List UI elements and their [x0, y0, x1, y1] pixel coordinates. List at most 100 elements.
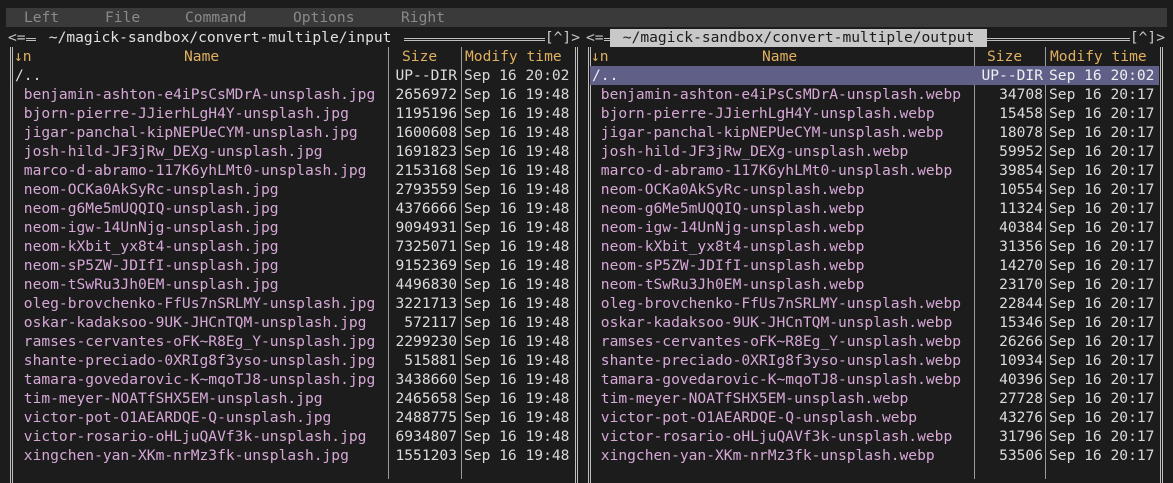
file-row[interactable]: /.. UP--DIR Sep 16 20:02	[590, 66, 1159, 85]
file-modify-time: Sep 16 20:17	[1049, 181, 1155, 198]
file-size: 572117	[404, 314, 457, 331]
file-size: 4496830	[395, 276, 457, 293]
file-row[interactable]: neom-kXbit_yx8t4-unsplash.jpg 7325071 Sep …	[13, 237, 575, 256]
column-header-size[interactable]: Size	[987, 47, 1022, 66]
file-modify-time: Sep 16 20:17	[1049, 238, 1155, 255]
file-row[interactable]: neom-igw-14UnNjg-unsplash.jpg 9094931 Sep …	[13, 218, 575, 237]
left-panel-menu-corner[interactable]: <=	[8, 29, 26, 47]
file-size: 15346	[999, 314, 1043, 331]
file-modify-time: Sep 16 20:17	[1049, 219, 1155, 236]
file-row[interactable]: oskar-kadaksoo-9UK-JHCnTQM-unsplash.webp…	[590, 313, 1159, 332]
file-size: 515881	[404, 352, 457, 369]
file-row[interactable]: tim-meyer-NOATfSHX5EM-unsplash.jpg 246565…	[13, 389, 575, 408]
file-row[interactable]: oskar-kadaksoo-9UK-JHCnTQM-unsplash.jpg 5…	[13, 313, 575, 332]
file-name: oleg-brovchenko-FfUs7nSRLMY-unsplash.jpg	[15, 295, 376, 312]
file-name: neom-igw-14UnNjg-unsplash.webp	[592, 219, 865, 236]
right-panel-history-corner[interactable]: [^]>	[1129, 29, 1165, 47]
menu-bar: Left File Command Options Right	[6, 8, 1167, 27]
file-size: 2488775	[395, 409, 457, 426]
column-header-modify-time[interactable]: Modify time	[465, 47, 562, 66]
file-name: neom-OCKa0AkSyRc-unsplash.jpg	[15, 181, 279, 198]
right-panel-menu-corner[interactable]: <=	[586, 29, 604, 47]
file-row[interactable]: marco-d-abramo-117K6yhLMt0-unsplash.jpg 2…	[13, 161, 575, 180]
file-row[interactable]: /.. UP--DIR Sep 16 20:02	[13, 66, 575, 85]
file-size: 40384	[999, 219, 1043, 236]
file-modify-time: Sep 16 20:17	[1049, 371, 1155, 388]
file-modify-time: Sep 16 19:48	[464, 276, 570, 293]
file-row[interactable]: xingchen-yan-XKm-nrMz3fk-unsplash.webp 53…	[590, 446, 1159, 465]
file-size: 40396	[999, 371, 1043, 388]
file-row[interactable]: neom-sP5ZW-JDIfI-unsplash.webp 14270 Sep 1…	[590, 256, 1159, 275]
menu-left[interactable]: Left	[24, 8, 59, 27]
file-row[interactable]: tamara-govedarovic-K~mqoTJ8-unsplash.web…	[590, 370, 1159, 389]
file-name: ramses-cervantes-oFK~R8Eg_Y-unsplash.jpg	[15, 333, 376, 350]
file-size: 22844	[999, 295, 1043, 312]
column-header-name[interactable]: Name	[762, 47, 797, 66]
file-row[interactable]: victor-pot-O1AEARDQE-Q-unsplash.jpg 24887…	[13, 408, 575, 427]
file-size: 43276	[999, 409, 1043, 426]
file-row[interactable]: jigar-panchal-kipNEPUeCYM-unsplash.jpg 16…	[13, 123, 575, 142]
menu-right[interactable]: Right	[401, 8, 445, 27]
file-row[interactable]: neom-OCKa0AkSyRc-unsplash.webp 10554 Sep 1…	[590, 180, 1159, 199]
menu-command[interactable]: Command	[185, 8, 247, 27]
file-modify-time: Sep 16 19:48	[464, 143, 570, 160]
file-modify-time: Sep 16 20:17	[1049, 276, 1155, 293]
file-modify-time: Sep 16 20:17	[1049, 333, 1155, 350]
file-modify-time: Sep 16 19:48	[464, 428, 570, 445]
file-name: neom-kXbit_yx8t4-unsplash.jpg	[15, 238, 279, 255]
file-modify-time: Sep 16 19:48	[464, 314, 570, 331]
file-row[interactable]: tim-meyer-NOATfSHX5EM-unsplash.webp 27728…	[590, 389, 1159, 408]
file-row[interactable]: neom-tSwRu3Jh0EM-unsplash.webp 23170 Sep 1…	[590, 275, 1159, 294]
column-header-modify-time[interactable]: Modify time	[1050, 47, 1147, 66]
file-row[interactable]: bjorn-pierre-JJierhLgH4Y-unsplash.jpg 119…	[13, 104, 575, 123]
file-row[interactable]: ramses-cervantes-oFK~R8Eg_Y-unsplash.jpg…	[13, 332, 575, 351]
file-name: josh-hild-JF3jRw_DEXg-unsplash.webp	[592, 143, 909, 160]
menu-options[interactable]: Options	[293, 8, 355, 27]
file-row[interactable]: victor-pot-O1AEARDQE-Q-unsplash.webp 4327…	[590, 408, 1159, 427]
file-row[interactable]: xingchen-yan-XKm-nrMz3fk-unsplash.jpg 155…	[13, 446, 575, 465]
file-row[interactable]: jigar-panchal-kipNEPUeCYM-unsplash.webp 1…	[590, 123, 1159, 142]
column-header-name[interactable]: Name	[184, 47, 219, 66]
file-modify-time: Sep 16 20:17	[1049, 257, 1155, 274]
file-row[interactable]: neom-OCKa0AkSyRc-unsplash.jpg 2793559 Sep …	[13, 180, 575, 199]
file-name: oleg-brovchenko-FfUs7nSRLMY-unsplash.web…	[592, 295, 962, 312]
file-row[interactable]: benjamin-ashton-e4iPsCsMDrA-unsplash.web…	[590, 85, 1159, 104]
file-name: ramses-cervantes-oFK~R8Eg_Y-unsplash.web…	[592, 333, 962, 350]
file-row[interactable]: josh-hild-JF3jRw_DEXg-unsplash.webp 59952…	[590, 142, 1159, 161]
file-size: 1551203	[395, 447, 457, 464]
file-name: oskar-kadaksoo-9UK-JHCnTQM-unsplash.webp	[592, 314, 953, 331]
file-name: jigar-panchal-kipNEPUeCYM-unsplash.jpg	[15, 124, 358, 141]
file-row[interactable]: josh-hild-JF3jRw_DEXg-unsplash.jpg 169182…	[13, 142, 575, 161]
file-size: 7325071	[395, 238, 457, 255]
file-row[interactable]: neom-tSwRu3Jh0EM-unsplash.jpg 4496830 Sep …	[13, 275, 575, 294]
file-row[interactable]: benjamin-ashton-e4iPsCsMDrA-unsplash.jpg…	[13, 85, 575, 104]
file-row[interactable]: shante-preciado-0XRIg8f3yso-unsplash.jpg…	[13, 351, 575, 370]
left-panel[interactable]: <= ~/magick-sandbox/convert-multiple/inp…	[6, 29, 582, 483]
file-name: neom-igw-14UnNjg-unsplash.jpg	[15, 219, 279, 236]
column-header-size[interactable]: Size	[402, 47, 437, 66]
sort-indicator[interactable]: ↓n	[14, 47, 32, 66]
file-row[interactable]: marco-d-abramo-117K6yhLMt0-unsplash.webp…	[590, 161, 1159, 180]
file-row[interactable]: victor-rosario-oHLjuQAVf3k-unsplash.jpg 6…	[13, 427, 575, 446]
sort-indicator[interactable]: ↓n	[591, 47, 609, 66]
right-panel[interactable]: <= ~/magick-sandbox/convert-multiple/out…	[584, 29, 1167, 483]
file-row[interactable]: bjorn-pierre-JJierhLgH4Y-unsplash.webp 15…	[590, 104, 1159, 123]
file-row[interactable]: neom-kXbit_yx8t4-unsplash.webp 31356 Sep 1…	[590, 237, 1159, 256]
file-name: tim-meyer-NOATfSHX5EM-unsplash.jpg	[15, 390, 323, 407]
file-row[interactable]: neom-igw-14UnNjg-unsplash.webp 40384 Sep 1…	[590, 218, 1159, 237]
file-row[interactable]: tamara-govedarovic-K~mqoTJ8-unsplash.jpg…	[13, 370, 575, 389]
file-row[interactable]: neom-g6Me5mUQQIQ-unsplash.webp 11324 Sep 1…	[590, 199, 1159, 218]
menu-file[interactable]: File	[105, 8, 140, 27]
file-modify-time: Sep 16 20:17	[1049, 295, 1155, 312]
file-row[interactable]: oleg-brovchenko-FfUs7nSRLMY-unsplash.web…	[590, 294, 1159, 313]
file-row[interactable]: neom-sP5ZW-JDIfI-unsplash.jpg 9152369 Sep …	[13, 256, 575, 275]
file-row[interactable]: ramses-cervantes-oFK~R8Eg_Y-unsplash.web…	[590, 332, 1159, 351]
right-file-list[interactable]: ↓n Name Size Modify time /.. UP--DIR Sep 1…	[584, 47, 1167, 479]
file-row[interactable]: shante-preciado-0XRIg8f3yso-unsplash.web…	[590, 351, 1159, 370]
file-row[interactable]: neom-g6Me5mUQQIQ-unsplash.jpg 4376666 Sep …	[13, 199, 575, 218]
file-name: /..	[15, 67, 42, 84]
file-row[interactable]: victor-rosario-oHLjuQAVf3k-unsplash.webp…	[590, 427, 1159, 446]
left-file-list[interactable]: ↓n Name Size Modify time /.. UP--DIR Sep 1…	[6, 47, 582, 479]
left-panel-history-corner[interactable]: [^]>	[544, 29, 580, 47]
file-row[interactable]: oleg-brovchenko-FfUs7nSRLMY-unsplash.jpg…	[13, 294, 575, 313]
